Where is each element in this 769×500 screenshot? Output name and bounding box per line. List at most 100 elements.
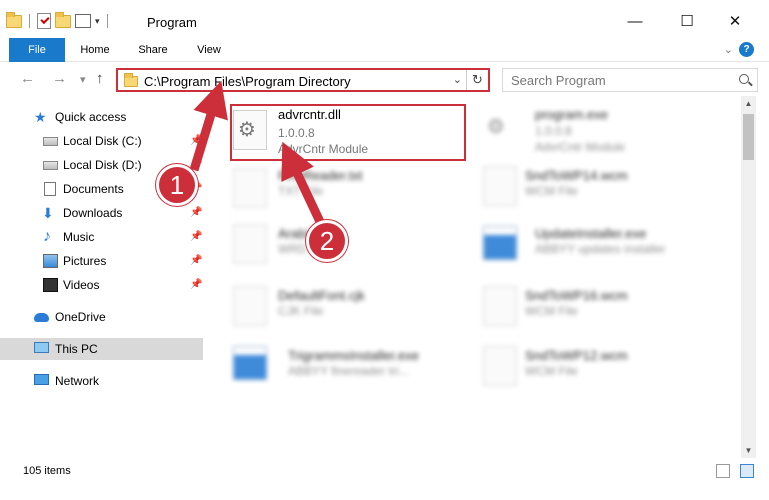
recent-locations-button[interactable]: ▾ (80, 73, 86, 86)
sidebar-item-label: Downloads (63, 206, 123, 220)
scroll-thumb[interactable] (743, 114, 754, 160)
file-description: CJK File (278, 304, 324, 318)
pin-icon: 📌 (190, 231, 203, 242)
status-bar: 105 items (0, 458, 769, 500)
sidebar-item-label: Videos (63, 278, 100, 292)
chevron-down-icon[interactable]: ▾ (95, 16, 100, 27)
ribbon-tabs: File Home Share View ⌄ ? (0, 38, 769, 62)
new-folder-icon[interactable] (55, 11, 71, 28)
pin-icon: 📌 (190, 135, 203, 146)
forward-button[interactable]: → (52, 70, 67, 87)
sidebar-item-videos[interactable]: Videos 📌 (0, 274, 203, 296)
folder-icon (124, 73, 138, 87)
navigation-pane: Quick access Local Disk (C:) 📌 Local Dis… (0, 100, 203, 458)
address-bar[interactable]: C:\Program Files\Program Directory ⌄ ↻ (116, 68, 490, 92)
cjk-file-icon (233, 286, 267, 326)
pin-icon: 📌 (190, 279, 203, 290)
file-name: UpdateInstaller.exe (535, 226, 647, 241)
pin-icon: 📌 (190, 159, 203, 170)
properties-check-icon[interactable] (37, 13, 51, 29)
folder-icon (6, 11, 22, 28)
file-description: WCM File (525, 304, 578, 318)
file-name: DefaultFont.cjk (278, 288, 365, 303)
sidebar-item-label: Music (63, 230, 95, 244)
maximize-button[interactable]: ☐ (664, 8, 710, 36)
downloads-icon (42, 206, 57, 220)
highlight-box-dll (230, 104, 466, 161)
sidebar-item-label: Quick access (55, 110, 127, 124)
installer-file-icon (233, 346, 267, 380)
sidebar-item-local-disk-c[interactable]: Local Disk (C:) 📌 (0, 130, 203, 152)
file-name: SndToWP14.wcm (525, 168, 628, 183)
sidebar-item-onedrive[interactable]: OneDrive (0, 306, 203, 328)
disk-icon (43, 161, 58, 170)
sidebar-item-label: Local Disk (D:) (63, 158, 142, 172)
title-bar: ▾ Program — ☐ ✕ (0, 0, 769, 38)
network-icon (34, 374, 49, 385)
close-button[interactable]: ✕ (712, 8, 758, 36)
address-path[interactable]: C:\Program Files\Program Directory (144, 74, 351, 89)
this-pc-icon (34, 342, 49, 353)
sidebar-item-quick-access[interactable]: Quick access (0, 106, 203, 128)
search-input[interactable]: Search Program (511, 73, 606, 88)
sidebar-item-label: Documents (63, 182, 124, 196)
sidebar-item-label: Local Disk (C:) (63, 134, 142, 148)
installer-file-icon (483, 226, 517, 260)
tab-view[interactable]: View (186, 38, 232, 62)
scroll-down-button[interactable]: ▼ (741, 443, 756, 458)
file-description: ABBYY finereader tri... (288, 364, 409, 378)
up-button[interactable]: ↑ (96, 70, 104, 87)
sidebar-item-label: Pictures (63, 254, 107, 268)
file-name: TrigrammsInstaller.exe (288, 348, 419, 363)
sidebar-item-label: Network (55, 374, 100, 388)
divider (106, 14, 108, 28)
back-button[interactable]: ← (20, 70, 35, 87)
scroll-up-button[interactable]: ▲ (741, 96, 756, 111)
search-icon[interactable] (739, 74, 749, 84)
exe-file-icon (483, 108, 517, 148)
minimize-button[interactable]: — (612, 8, 658, 36)
star-icon (34, 110, 49, 124)
help-icon[interactable]: ? (739, 42, 754, 57)
step-1-badge: 1 (156, 164, 198, 206)
divider (29, 14, 30, 28)
videos-icon (43, 278, 58, 292)
file-name: SndToWP16.wcm (525, 288, 628, 303)
sidebar-item-network[interactable]: Network (0, 370, 203, 392)
tab-share[interactable]: Share (130, 38, 176, 62)
address-dropdown-icon[interactable]: ⌄ (453, 73, 462, 86)
disk-icon (43, 137, 58, 146)
details-view-button[interactable] (716, 464, 730, 478)
sidebar-item-label: This PC (55, 342, 98, 356)
customize-toolbar-icon[interactable] (75, 14, 91, 28)
sidebar-item-pictures[interactable]: Pictures 📌 (0, 250, 203, 272)
wcm-file-icon (483, 346, 517, 386)
file-version: 1.0.0.8 (535, 124, 572, 138)
navigation-bar: ← → ▾ ↑ C:\Program Files\Program Directo… (0, 62, 769, 96)
pin-icon: 📌 (190, 255, 203, 266)
wcm-file-icon (483, 286, 517, 326)
sidebar-item-this-pc[interactable]: This PC (0, 338, 203, 360)
search-box[interactable]: Search Program (502, 68, 758, 92)
refresh-button[interactable]: ↻ (466, 70, 488, 90)
expand-ribbon-icon[interactable]: ⌄ (724, 43, 733, 56)
music-icon (43, 230, 58, 244)
wcm-file-icon (483, 166, 517, 206)
quick-access-toolbar: ▾ (6, 11, 111, 31)
sidebar-item-music[interactable]: Music 📌 (0, 226, 203, 248)
window-title: Program (147, 15, 197, 30)
item-count: 105 items (23, 465, 71, 477)
tiles-view-button[interactable] (740, 464, 754, 478)
file-description: WCM File (525, 184, 578, 198)
file-name: program.exe (535, 107, 608, 122)
vertical-scrollbar[interactable]: ▲ ▼ (741, 96, 756, 458)
file-icon (233, 224, 267, 264)
file-description: AdvrCntr Module (535, 140, 626, 154)
file-name: FineReader.txt (278, 168, 363, 183)
file-name: SndToWP12.wcm (525, 348, 628, 363)
step-2-badge: 2 (306, 220, 348, 262)
tab-home[interactable]: Home (72, 38, 118, 62)
tab-file[interactable]: File (9, 38, 65, 62)
onedrive-icon (34, 313, 49, 322)
file-description: ABBYY updates installer (535, 242, 666, 256)
